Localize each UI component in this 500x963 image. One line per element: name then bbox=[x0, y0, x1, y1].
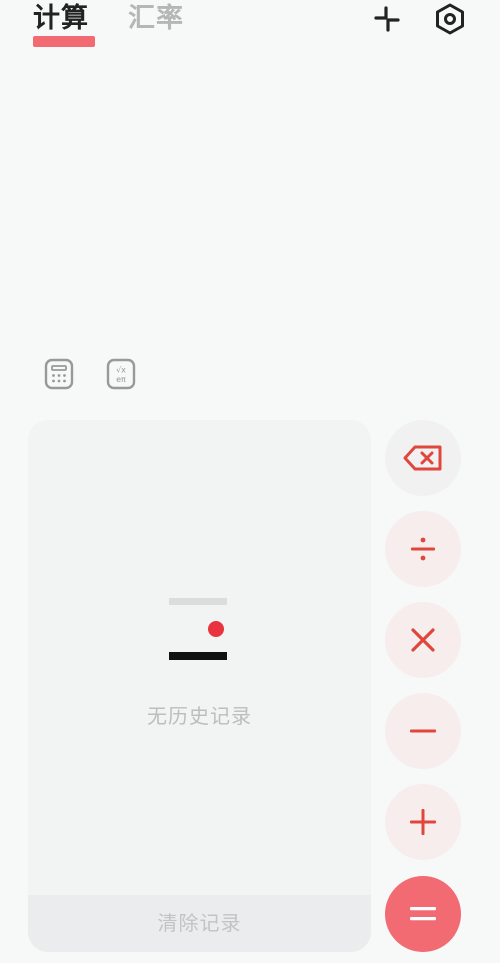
scientific-calculator-icon[interactable]: √x eπ bbox=[106, 358, 136, 390]
multiply-icon bbox=[411, 628, 435, 652]
plus-icon bbox=[410, 809, 436, 835]
subtract-button[interactable] bbox=[385, 693, 461, 769]
history-panel: 无历史记录 清除记录 bbox=[28, 420, 371, 952]
calculator-screen: 计算 汇率 √x eπ 无历史记录 清除记录 bbox=[0, 0, 500, 963]
svg-text:√x: √x bbox=[116, 366, 126, 375]
calculator-icon[interactable] bbox=[44, 358, 74, 390]
tab-exchange-rate[interactable]: 汇率 bbox=[128, 0, 184, 40]
clear-history-button[interactable]: 清除记录 bbox=[28, 895, 371, 952]
active-tab-indicator bbox=[33, 36, 95, 47]
divide-icon bbox=[411, 537, 435, 561]
empty-history-illustration bbox=[169, 598, 229, 662]
tab-calculate[interactable]: 计算 bbox=[33, 0, 89, 40]
equals-icon bbox=[410, 907, 436, 921]
equals-button[interactable] bbox=[385, 876, 461, 952]
settings-icon[interactable] bbox=[433, 2, 467, 36]
backspace-button[interactable] bbox=[385, 420, 461, 496]
add-button[interactable] bbox=[385, 784, 461, 860]
backspace-icon bbox=[403, 445, 442, 471]
svg-text:eπ: eπ bbox=[116, 375, 126, 384]
collapse-icon[interactable] bbox=[370, 2, 404, 36]
empty-history-text: 无历史记录 bbox=[147, 704, 252, 728]
minus-icon bbox=[410, 729, 436, 733]
divide-button[interactable] bbox=[385, 511, 461, 587]
multiply-button[interactable] bbox=[385, 602, 461, 678]
